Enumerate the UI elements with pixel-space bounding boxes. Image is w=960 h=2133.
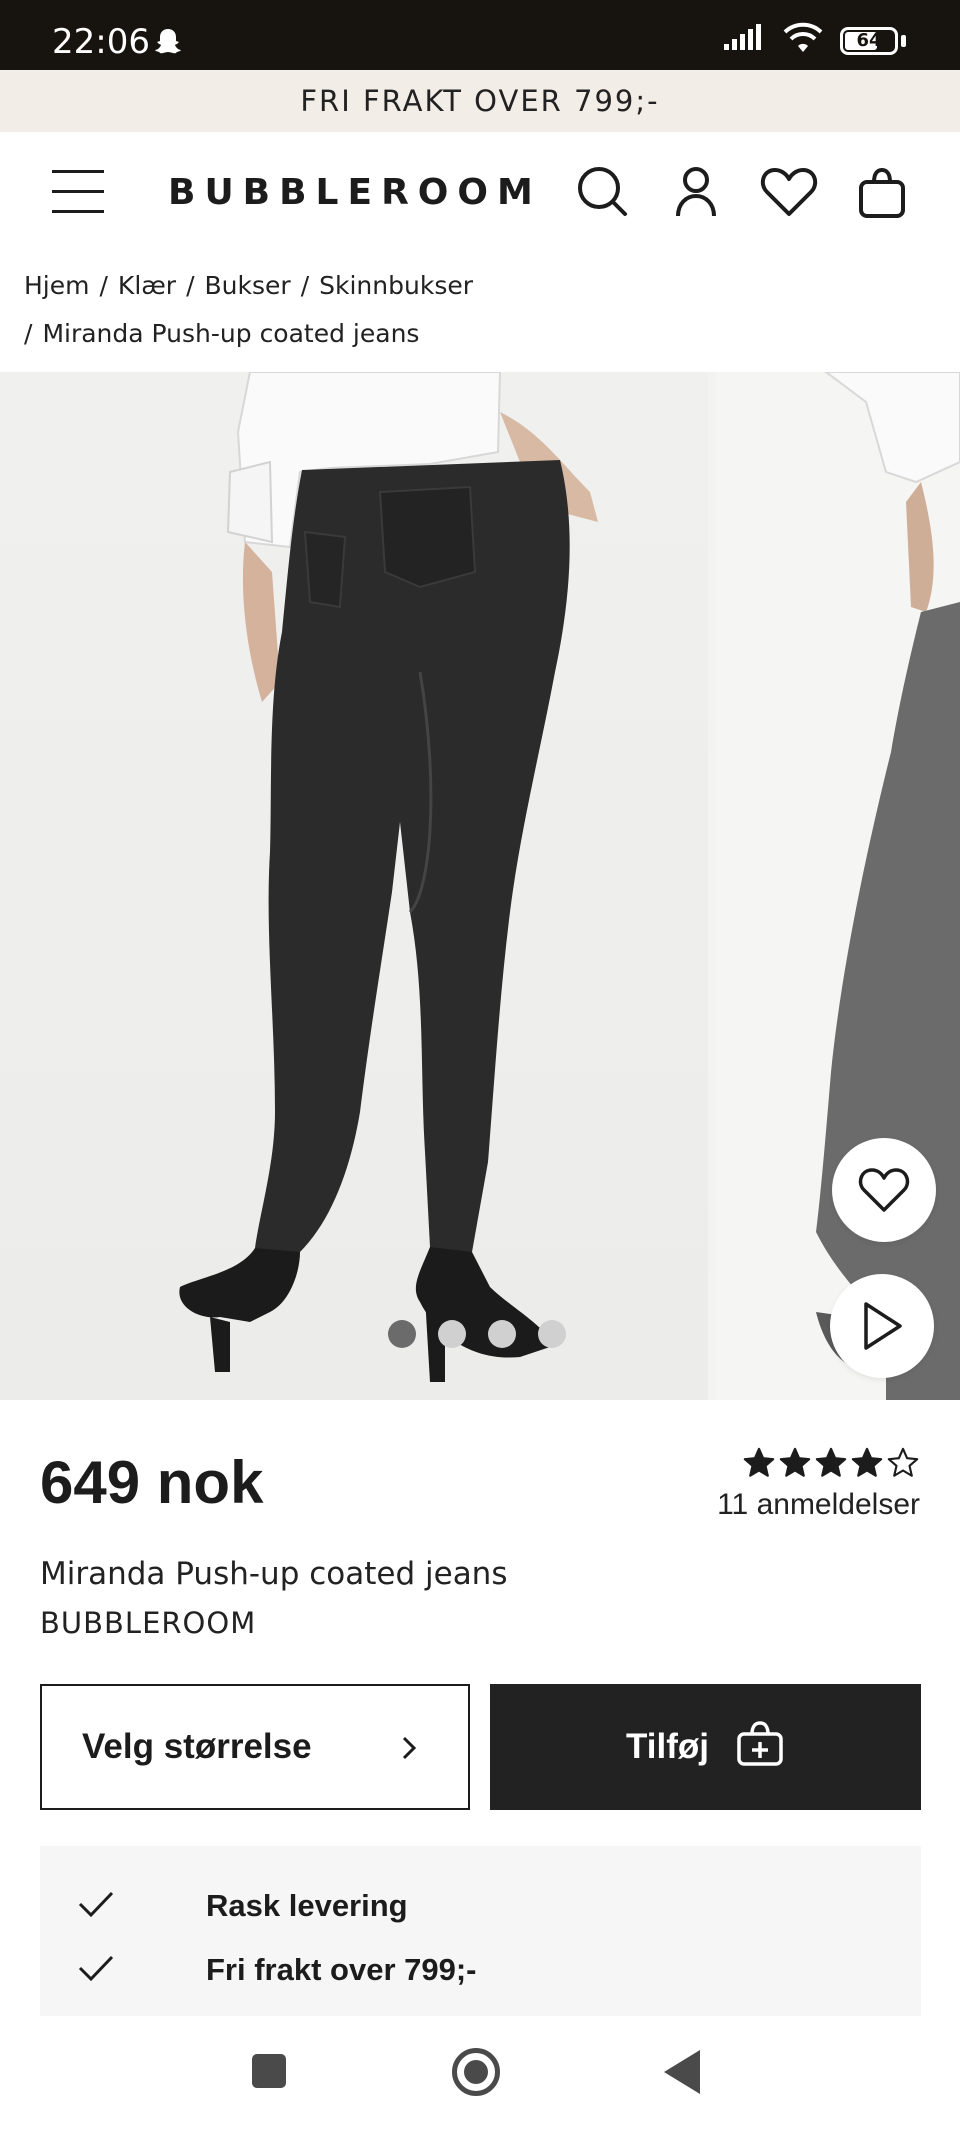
breadcrumb-separator: / bbox=[300, 271, 310, 300]
usp-item: Rask levering bbox=[76, 1884, 408, 1924]
add-bag-icon bbox=[735, 1718, 785, 1777]
site-header: BUBBLEROOM bbox=[0, 132, 960, 252]
star-filled-icon bbox=[815, 1447, 847, 1477]
add-to-cart-button[interactable]: Tilføj bbox=[490, 1684, 921, 1810]
breadcrumb-separator: / bbox=[186, 271, 195, 300]
back-icon[interactable] bbox=[664, 2050, 700, 2094]
star-filled-icon bbox=[743, 1447, 775, 1477]
wifi-icon bbox=[782, 22, 824, 59]
chevron-right-icon bbox=[400, 1732, 418, 1772]
product-image-1[interactable] bbox=[0, 372, 708, 1400]
breadcrumb-item-hjem[interactable]: Hjem bbox=[24, 271, 89, 300]
search-icon[interactable] bbox=[573, 162, 633, 222]
system-nav-bar bbox=[0, 2030, 960, 2133]
product-name: Miranda Push-up coated jeans bbox=[40, 1556, 508, 1592]
add-to-cart-label: Tilføj bbox=[626, 1727, 709, 1766]
status-time: 22:06 bbox=[52, 22, 150, 62]
product-brand[interactable]: BUBBLEROOM bbox=[40, 1606, 256, 1640]
check-icon bbox=[78, 1955, 114, 1982]
usp-box: Rask levering Fri frakt over 799;- bbox=[40, 1846, 921, 2016]
breadcrumb-separator: / bbox=[99, 271, 108, 300]
cart-icon[interactable] bbox=[852, 162, 912, 222]
promo-banner[interactable]: FRI FRAKT OVER 799;- bbox=[0, 70, 960, 132]
battery-level: 64 bbox=[856, 30, 882, 51]
play-video-icon[interactable] bbox=[830, 1274, 934, 1378]
gallery-pagination bbox=[388, 1320, 566, 1348]
star-filled-icon bbox=[851, 1447, 883, 1477]
product-image-gallery[interactable] bbox=[0, 372, 960, 1400]
rating-stars[interactable] bbox=[742, 1446, 920, 1480]
snapchat-icon bbox=[152, 26, 184, 63]
brand-logo[interactable]: BUBBLEROOM bbox=[168, 172, 542, 213]
breadcrumb: Hjem / Klær / Bukser / Skinnbukser / Miranda Pu… bbox=[24, 262, 944, 358]
breadcrumb-separator: / bbox=[24, 319, 33, 348]
breadcrumb-item-current: Miranda Push-up coated jeans bbox=[42, 319, 420, 348]
recent-apps-icon[interactable] bbox=[252, 2054, 286, 2088]
reviews-link[interactable]: 11 anmeldelser bbox=[717, 1488, 920, 1522]
product-price: 649 nok bbox=[40, 1449, 264, 1516]
usp-item: Fri frakt over 799;- bbox=[76, 1948, 477, 1988]
battery-icon: 64 bbox=[840, 26, 898, 55]
signal-icon bbox=[724, 24, 766, 57]
gallery-dot[interactable] bbox=[538, 1320, 566, 1348]
usp-text: Rask levering bbox=[206, 1888, 408, 1923]
select-size-label: Velg størrelse bbox=[82, 1727, 312, 1766]
select-size-button[interactable]: Velg størrelse bbox=[40, 1684, 470, 1810]
star-filled-icon bbox=[779, 1447, 811, 1477]
promo-text: FRI FRAKT OVER 799;- bbox=[300, 84, 660, 118]
breadcrumb-item-bukser[interactable]: Bukser bbox=[205, 271, 291, 300]
menu-icon[interactable] bbox=[52, 170, 106, 213]
wishlist-heart-icon[interactable] bbox=[832, 1138, 936, 1242]
status-bar: 22:06 64 bbox=[0, 0, 960, 70]
breadcrumb-item-skinnbukser[interactable]: Skinnbukser bbox=[319, 271, 473, 300]
check-icon bbox=[78, 1891, 114, 1918]
breadcrumb-item-klaer[interactable]: Klær bbox=[118, 271, 176, 300]
account-icon[interactable] bbox=[666, 162, 726, 222]
usp-text: Fri frakt over 799;- bbox=[206, 1952, 477, 1987]
wishlist-icon[interactable] bbox=[759, 162, 819, 222]
home-icon[interactable] bbox=[452, 2048, 500, 2096]
product-image-2[interactable] bbox=[716, 372, 960, 1400]
gallery-dot[interactable] bbox=[388, 1320, 416, 1348]
gallery-dot[interactable] bbox=[438, 1320, 466, 1348]
gallery-dot[interactable] bbox=[488, 1320, 516, 1348]
star-empty-icon bbox=[887, 1447, 919, 1477]
